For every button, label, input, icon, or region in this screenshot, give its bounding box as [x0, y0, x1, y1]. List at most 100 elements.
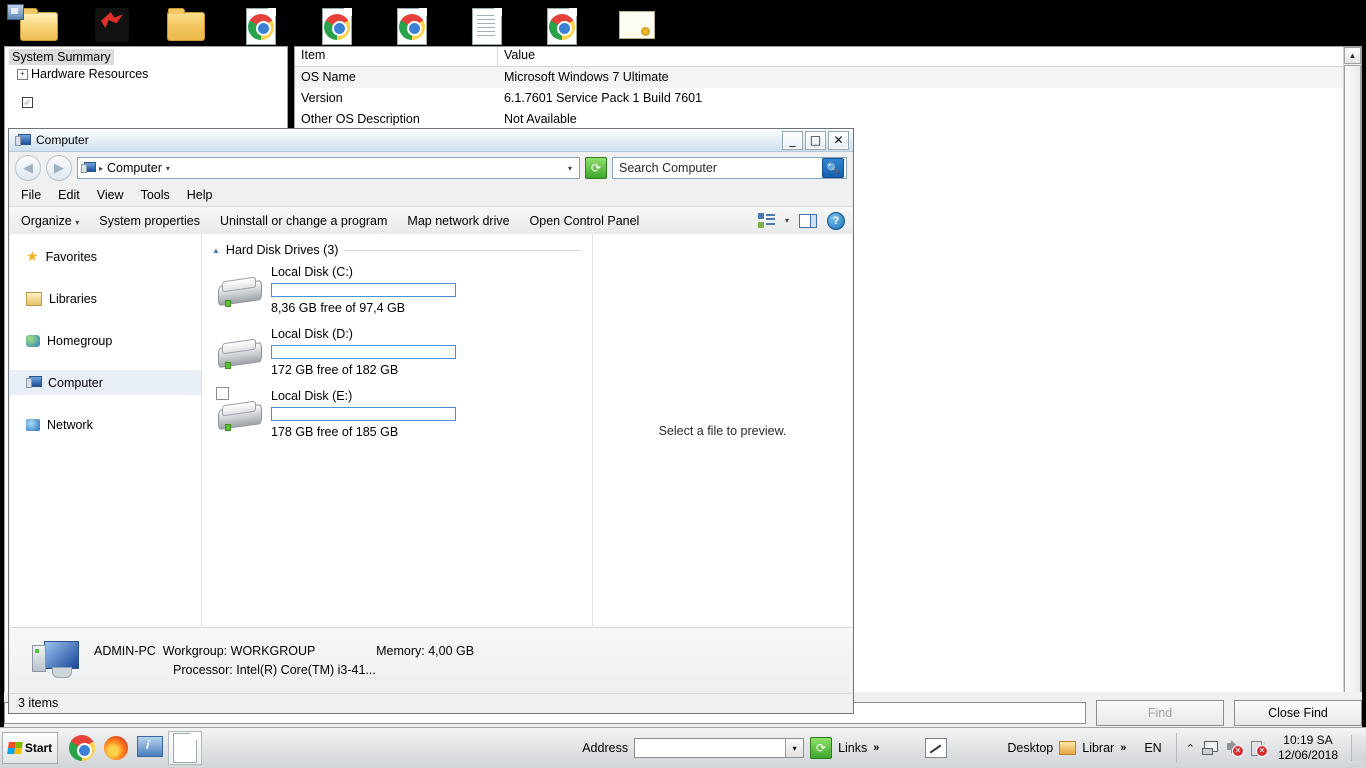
vertical-scrollbar[interactable]: ▲ ▼ — [1343, 47, 1361, 767]
sidebar-item-computer[interactable]: Computer — [10, 370, 201, 395]
menu-tools[interactable]: Tools — [141, 188, 170, 202]
open-control-panel-button[interactable]: Open Control Panel — [530, 214, 640, 228]
explorer-title-bar[interactable]: Computer _ □ ✕ — [9, 129, 853, 152]
expand-plus-icon[interactable]: + — [17, 68, 28, 80]
explorer-toolbar: Organize ▾ System properties Uninstall o… — [9, 206, 853, 235]
show-desktop-button[interactable] — [1351, 735, 1366, 761]
collapse-triangle-icon[interactable]: ▲ — [212, 246, 220, 255]
table-row[interactable]: Version 6.1.7601 Service Pack 1 Build 760… — [295, 88, 1361, 109]
sidebar-item-favorites[interactable]: ★ Favorites — [10, 244, 201, 269]
chevron-down-icon[interactable]: ▾ — [785, 739, 804, 757]
maximize-button[interactable]: □ — [805, 130, 826, 150]
explorer-menu-bar[interactable]: File Edit View Tools Help — [9, 184, 853, 206]
cell-item: Version — [301, 91, 343, 106]
address-dropdown-icon[interactable]: ▾ — [568, 164, 572, 173]
homegroup-icon — [26, 334, 40, 347]
preview-pane-icon[interactable] — [799, 213, 817, 228]
navigation-pane[interactable]: ★ Favorites Libraries Homegroup Computer… — [10, 234, 202, 627]
taskbar[interactable]: Start i Address ▾ ⟳ Links » Desktop Libr… — [0, 727, 1366, 768]
address-input[interactable]: ▾ — [634, 738, 805, 758]
library-label[interactable]: Librar — [1082, 741, 1114, 755]
folder-icon — [147, 4, 225, 48]
system-information-icon — [7, 3, 24, 20]
refresh-icon[interactable]: ⟳ — [810, 737, 833, 759]
cell-item: Other OS Description — [301, 111, 420, 126]
firefox-taskbar-icon[interactable] — [100, 732, 132, 764]
volume-muted-icon[interactable]: ✕ — [1226, 740, 1244, 757]
menu-file[interactable]: File — [21, 188, 41, 202]
menu-view[interactable]: View — [97, 188, 124, 202]
column-header-value[interactable]: Value — [498, 47, 1361, 66]
change-view-icon[interactable] — [757, 213, 775, 228]
start-button[interactable]: Start — [2, 732, 58, 764]
minimize-button[interactable]: _ — [782, 130, 803, 150]
drive-item[interactable]: Local Disk (C:) 8,36 GB free of 97,4 GB — [216, 263, 592, 315]
links-chevron-icon[interactable]: » — [873, 742, 879, 754]
computer-explorer-window[interactable]: Computer _ □ ✕ ◀ ▶ ▸ Computer ▾ ▾ ⟳ Sear… — [8, 128, 854, 714]
drive-usage-bar — [271, 283, 456, 297]
group-header-hard-disk-drives[interactable]: ▲ Hard Disk Drives (3) — [212, 243, 592, 257]
close-find-button[interactable]: Close Find — [1234, 700, 1362, 726]
preview-pane[interactable]: Select a file to preview. — [592, 234, 852, 627]
drive-item[interactable]: Local Disk (E:) 178 GB free of 185 GB — [216, 387, 592, 439]
close-button[interactable]: ✕ — [828, 130, 849, 150]
library-chevron-icon[interactable]: » — [1120, 742, 1126, 754]
language-indicator[interactable]: EN — [1140, 741, 1165, 755]
forward-button[interactable]: ▶ — [46, 155, 72, 181]
breadcrumb-computer[interactable]: Computer — [107, 161, 162, 175]
drive-item[interactable]: Local Disk (D:) 172 GB free of 182 GB — [216, 325, 592, 377]
uninstall-or-change-a-program-button[interactable]: Uninstall or change a program — [220, 214, 387, 228]
notepad-document-icon — [448, 4, 526, 48]
sidebar-item-homegroup[interactable]: Homegroup — [10, 328, 201, 353]
tree-item-system-summary[interactable]: System Summary — [9, 49, 114, 65]
column-header-item[interactable]: Item — [295, 47, 498, 66]
drive-name: Local Disk (E:) — [271, 389, 353, 403]
back-button[interactable]: ◀ — [15, 155, 41, 181]
list-header[interactable]: Item Value — [295, 47, 1361, 67]
clock[interactable]: 10:19 SA 12/06/2018 — [1278, 733, 1338, 763]
network-icon[interactable] — [1201, 740, 1219, 756]
chevron-right-icon: ▸ — [99, 163, 104, 173]
organize-button[interactable]: Organize ▾ — [21, 214, 79, 228]
sidebar-item-libraries[interactable]: Libraries — [10, 286, 201, 311]
desktop-icon-chrome-doc-2[interactable] — [523, 4, 601, 50]
show-hidden-icons-icon[interactable]: ⌃ — [1186, 742, 1195, 755]
desktop-toolbar[interactable]: Desktop Librar » — [1007, 741, 1126, 755]
drive-name: Local Disk (C:) — [271, 265, 353, 279]
file-list-pane[interactable]: ▲ Hard Disk Drives (3) Local Disk (C:) 8,… — [202, 234, 592, 627]
help-icon[interactable]: ? — [827, 211, 845, 230]
tablet-pen-icon[interactable] — [925, 738, 948, 758]
table-row[interactable]: OS Name Microsoft Windows 7 Ultimate — [295, 67, 1361, 88]
system-properties-button[interactable]: System properties — [99, 214, 200, 228]
document-taskbar-icon[interactable] — [168, 731, 202, 765]
search-input[interactable]: Search Computer 🔍 — [612, 157, 847, 179]
menu-help[interactable]: Help — [187, 188, 213, 202]
map-network-drive-button[interactable]: Map network drive — [407, 214, 509, 228]
chevron-down-icon[interactable]: ▾ — [785, 216, 789, 225]
find-button[interactable]: Find — [1096, 700, 1224, 726]
table-row[interactable]: Other OS Description Not Available — [295, 109, 1361, 130]
refresh-icon[interactable]: ⟳ — [585, 157, 607, 179]
tree-item-hardware-resources[interactable]: + Hardware Resources — [17, 67, 287, 81]
scrollbar-thumb[interactable] — [1344, 65, 1361, 707]
desktop-icon-notepad-doc[interactable] — [448, 4, 526, 50]
navigation-bar: ◀ ▶ ▸ Computer ▾ ▾ ⟳ Search Computer 🔍 — [9, 152, 853, 184]
links-label[interactable]: Links — [838, 741, 867, 755]
sidebar-item-network[interactable]: Network — [10, 412, 201, 437]
details-processor-value: Intel(R) Core(TM) i3-41... — [236, 663, 376, 677]
chrome-taskbar-icon[interactable] — [66, 732, 98, 764]
drive-usage-bar — [271, 345, 456, 359]
system-tray[interactable]: ⌃ ✕ ✕ 10:19 SA 12/06/2018 — [1175, 733, 1366, 763]
quick-launch-bar[interactable]: i — [66, 731, 202, 765]
desktop-icon-certificate-1[interactable] — [598, 4, 676, 50]
address-bar[interactable]: ▸ Computer ▾ ▾ — [77, 157, 580, 179]
desktop-label[interactable]: Desktop — [1007, 741, 1053, 755]
action-center-icon[interactable]: ✕ — [1250, 740, 1268, 757]
search-icon[interactable]: 🔍 — [822, 158, 844, 178]
system-information-taskbar-icon[interactable]: i — [134, 732, 166, 764]
scroll-up-button[interactable]: ▲ — [1344, 47, 1361, 64]
menu-edit[interactable]: Edit — [58, 188, 80, 202]
chevron-down-icon[interactable]: ▾ — [166, 164, 170, 173]
explorer-main: ★ Favorites Libraries Homegroup Computer… — [10, 234, 852, 627]
preview-placeholder-text: Select a file to preview. — [658, 423, 787, 438]
